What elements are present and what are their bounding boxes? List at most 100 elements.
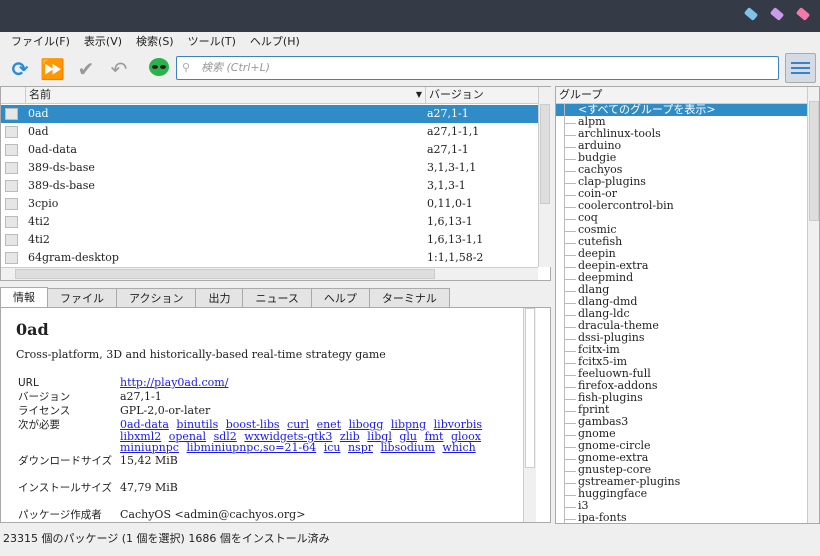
install-checkbox[interactable] — [5, 216, 18, 228]
packager-label: パッケージ作成者 — [18, 509, 102, 521]
tree-line — [564, 183, 576, 184]
menu-file[interactable]: ファイル(F) — [6, 32, 75, 50]
tab-1[interactable]: ファイル — [47, 288, 117, 308]
group-list: グループ <すべてのグループを表示> alpm archlinux-tools ard… — [555, 86, 820, 524]
package-row[interactable]: 389-ds-base 3,1,3-1,1 — [1, 159, 538, 177]
tab-3[interactable]: 出力 — [195, 288, 244, 308]
packager-value: CachyOS <admin@cachyos.org> — [120, 508, 306, 521]
tree-line — [564, 291, 576, 292]
tree-line — [564, 327, 576, 328]
package-name: 4ti2 — [28, 233, 50, 246]
commit-check-icon[interactable]: ✔ — [74, 57, 98, 81]
tab-4[interactable]: ニュース — [242, 288, 312, 308]
tab-2[interactable]: アクション — [116, 288, 197, 308]
license-value: GPL-2,0-or-later — [120, 404, 211, 417]
download-size-value: 15,42 MiB — [120, 454, 178, 467]
detail-tabs: 情報 ファイル アクション 出力 ニュース ヘルプ ターミナル — [0, 287, 450, 308]
package-row[interactable]: 3cpio 0,11,0-1 — [1, 195, 538, 213]
tree-line — [564, 279, 576, 280]
install-checkbox[interactable] — [5, 144, 18, 156]
dependency-link[interactable]: libminiupnpc,so=21-64 — [186, 441, 316, 454]
package-description: Cross-platform, 3D and historically-base… — [16, 348, 386, 361]
tab-0[interactable]: 情報 — [0, 287, 48, 308]
download-size-label: ダウンロードサイズ — [18, 455, 113, 467]
group-item[interactable]: ipa-fonts — [578, 512, 627, 524]
dependency-link[interactable]: libsodium — [381, 441, 435, 454]
version-label: バージョン — [18, 391, 71, 403]
sync-icon[interactable]: ⟳ — [8, 57, 32, 81]
install-checkbox[interactable] — [5, 252, 18, 264]
tree-line — [564, 147, 576, 148]
package-row[interactable]: 0ad a27,1-1,1 — [1, 123, 538, 141]
maximize-button[interactable] — [769, 7, 785, 21]
close-button[interactable] — [795, 7, 811, 21]
title-bar — [0, 0, 820, 32]
install-checkbox[interactable] — [5, 108, 18, 120]
package-name: 0ad — [28, 125, 49, 138]
column-checkbox[interactable] — [1, 87, 25, 104]
dependency-link[interactable]: icu — [324, 441, 341, 454]
info-scrollbar[interactable] — [523, 308, 536, 522]
tree-line — [564, 411, 576, 412]
tree-line — [564, 471, 576, 472]
menu-view[interactable]: 表示(V) — [79, 32, 127, 50]
install-checkbox[interactable] — [5, 198, 18, 210]
tree-line — [564, 387, 576, 388]
minimize-button[interactable] — [743, 7, 759, 21]
depends-list: 0ad-data binutils boost-libs curl enet l… — [120, 419, 508, 454]
install-checkbox[interactable] — [5, 162, 18, 174]
package-row[interactable]: 64gram-desktop 1:1,1,58-2 — [1, 249, 538, 267]
vertical-scrollbar[interactable] — [538, 87, 551, 267]
horizontal-scrollbar[interactable] — [1, 267, 538, 280]
package-version: a27,1-1 — [427, 107, 469, 120]
install-size-value: 47,79 MiB — [120, 481, 178, 494]
package-name: 389-ds-base — [28, 161, 95, 174]
column-name[interactable]: 名前 ▼ — [25, 87, 425, 104]
package-name: 0ad-data — [28, 143, 77, 156]
install-checkbox[interactable] — [5, 126, 18, 138]
url-link[interactable]: http://play0ad.com/ — [120, 376, 228, 389]
tab-6[interactable]: ターミナル — [368, 288, 450, 308]
menu-help[interactable]: ヘルプ(H) — [245, 32, 305, 50]
package-name: 3cpio — [28, 197, 59, 210]
dependency-link[interactable]: nspr — [348, 441, 373, 454]
url-label: URL — [18, 377, 39, 389]
sort-arrow-icon: ▼ — [415, 90, 422, 99]
package-version: 1,6,13-1 — [427, 215, 473, 228]
version-value: a27,1-1 — [120, 390, 162, 403]
menu-tools[interactable]: ツール(T) — [183, 32, 241, 50]
tree-line — [564, 315, 576, 316]
tree-line — [564, 435, 576, 436]
tree-line — [564, 135, 576, 136]
undo-icon[interactable]: ↶ — [107, 57, 131, 81]
package-name: 4ti2 — [28, 215, 50, 228]
search-input[interactable]: ⚲ 検索 (Ctrl+L) — [176, 56, 779, 80]
tab-5[interactable]: ヘルプ — [310, 288, 370, 308]
alien-aur-icon[interactable] — [147, 57, 171, 81]
tree-line — [564, 459, 576, 460]
package-row[interactable]: 0ad a27,1-1 — [1, 105, 538, 123]
tree-line — [564, 255, 576, 256]
column-version[interactable]: バージョン — [425, 87, 538, 104]
package-name: 389-ds-base — [28, 179, 95, 192]
tree-line — [564, 351, 576, 352]
hamburger-menu-button[interactable] — [785, 53, 816, 83]
install-checkbox[interactable] — [5, 180, 18, 192]
status-bar: 23315 個のパッケージ (1 個を選択) 1686 個をインストール済み — [3, 532, 330, 545]
tree-line — [564, 495, 576, 496]
package-row[interactable]: 0ad-data a27,1-1 — [1, 141, 538, 159]
search-placeholder: 検索 (Ctrl+L) — [201, 61, 270, 74]
package-row[interactable]: 4ti2 1,6,13-1,1 — [1, 231, 538, 249]
menu-search[interactable]: 検索(S) — [131, 32, 179, 50]
dependency-link[interactable]: miniupnpc — [120, 441, 179, 454]
tree-line — [564, 483, 576, 484]
package-title: 0ad — [16, 320, 49, 339]
package-row[interactable]: 4ti2 1,6,13-1 — [1, 213, 538, 231]
install-checkbox[interactable] — [5, 234, 18, 246]
dependency-link[interactable]: which — [442, 441, 475, 454]
apply-icon[interactable]: ⏩ — [40, 57, 65, 81]
package-version: 0,11,0-1 — [427, 197, 473, 210]
package-row[interactable]: 389-ds-base 3,1,3-1 — [1, 177, 538, 195]
tree-line — [564, 303, 576, 304]
groups-scrollbar[interactable] — [807, 87, 819, 523]
